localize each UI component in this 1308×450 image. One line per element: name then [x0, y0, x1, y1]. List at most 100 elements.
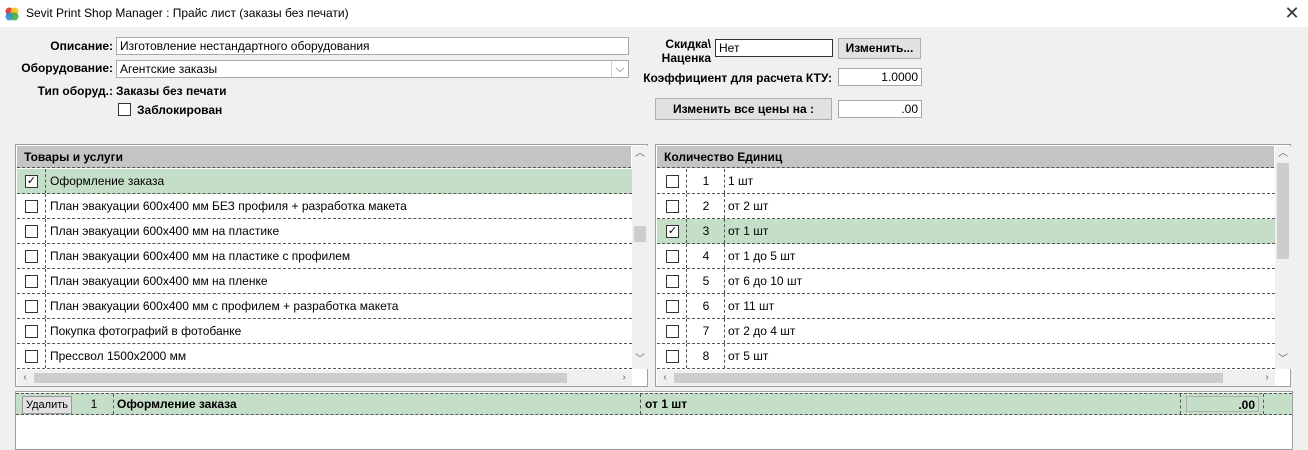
product-row[interactable]: Покупка фотографий в фотобанке [17, 319, 632, 344]
quantity-label: от 5 шт [728, 349, 769, 363]
product-checkbox[interactable] [25, 300, 38, 313]
discount-label-line2: Наценка [661, 51, 711, 65]
scroll-down-icon[interactable]: ﹀ [632, 352, 648, 368]
column-divider [1180, 394, 1181, 414]
quantity-number: 8 [702, 349, 710, 363]
quantity-checkbox[interactable] [666, 275, 679, 288]
window-title: Sevit Print Shop Manager : Прайс лист (з… [26, 6, 349, 20]
scroll-up-icon[interactable]: ︿ [632, 146, 648, 162]
quantity-row[interactable]: 4 от 1 до 5 шт [657, 244, 1275, 269]
selected-item-price[interactable]: .00 [1186, 396, 1259, 412]
delete-button[interactable]: Удалить [22, 396, 72, 414]
ktu-input[interactable]: 1.0000 [838, 68, 922, 86]
product-checkbox[interactable]: ✓ [25, 175, 38, 188]
description-input[interactable]: Изготовление нестандартного оборудования [116, 37, 629, 55]
quantity-checkbox[interactable]: ✓ [666, 225, 679, 238]
quantity-row[interactable]: 1 1 шт [657, 169, 1275, 194]
change-all-prices-button[interactable]: Изменить все цены на : [655, 98, 832, 120]
quantity-row[interactable]: 2 от 2 шт [657, 194, 1275, 219]
product-checkbox[interactable] [25, 200, 38, 213]
locked-checkbox[interactable] [118, 103, 131, 116]
quantity-label: от 1 шт [728, 224, 769, 238]
products-vertical-scrollbar[interactable]: ︿ ﹀ [632, 146, 648, 369]
scroll-right-icon[interactable]: › [1259, 370, 1275, 386]
scroll-down-icon[interactable]: ﹀ [1275, 352, 1291, 368]
quantity-checkbox[interactable] [666, 250, 679, 263]
quantities-header: Количество Единиц [657, 146, 1274, 168]
quantity-checkbox[interactable] [666, 175, 679, 188]
hscroll-thumb[interactable] [674, 373, 1223, 383]
quantity-checkbox[interactable] [666, 200, 679, 213]
change-discount-button[interactable]: Изменить... [838, 38, 921, 59]
change-all-prices-input[interactable]: .00 [838, 100, 922, 118]
quantity-number: 2 [702, 199, 710, 213]
column-divider [724, 344, 725, 368]
locked-label: Заблокирован [137, 103, 223, 117]
product-row[interactable]: Прессвол 1500х2000 мм [17, 344, 632, 369]
product-checkbox[interactable] [25, 225, 38, 238]
hscroll-thumb[interactable] [34, 373, 567, 383]
product-row[interactable]: ✓ Оформление заказа [17, 169, 632, 194]
equipment-type-label: Тип оборуд.: [37, 84, 113, 98]
product-row[interactable]: План эвакуации 600х400 мм с профилем + р… [17, 294, 632, 319]
product-label: План эвакуации 600х400 мм с профилем + р… [50, 299, 399, 313]
products-horizontal-scrollbar[interactable]: ‹ › [17, 370, 632, 386]
product-checkbox[interactable] [25, 250, 38, 263]
discount-label: Скидка\ Наценка [655, 37, 711, 65]
selected-item-number: 1 [90, 397, 98, 411]
equipment-label: Оборудование: [21, 61, 113, 75]
quantity-row[interactable]: 5 от 6 до 10 шт [657, 269, 1275, 294]
discount-field[interactable]: Нет [715, 39, 833, 57]
equipment-type-value: Заказы без печати [116, 84, 227, 98]
product-label: Прессвол 1500х2000 мм [50, 349, 187, 363]
quantity-checkbox[interactable] [666, 325, 679, 338]
column-divider [45, 244, 46, 268]
quantity-label: от 6 до 10 шт [728, 274, 803, 288]
scroll-up-icon[interactable]: ︿ [1275, 146, 1291, 162]
product-row[interactable]: План эвакуации 600х400 мм БЕЗ профиля + … [17, 194, 632, 219]
scroll-right-icon[interactable]: › [616, 370, 632, 386]
quantity-checkbox[interactable] [666, 350, 679, 363]
product-checkbox[interactable] [25, 350, 38, 363]
quantities-horizontal-scrollbar[interactable]: ‹ › [657, 370, 1275, 386]
column-divider [724, 269, 725, 293]
product-row[interactable]: План эвакуации 600х400 мм на пластике с … [17, 244, 632, 269]
quantities-panel: Количество Единиц 1 1 шт 2 от 2 шт ✓ 3 от 1 шт… [655, 144, 1291, 387]
quantities-vertical-scrollbar[interactable]: ︿ ﹀ [1275, 146, 1291, 369]
scroll-left-icon[interactable]: ‹ [17, 370, 33, 386]
column-divider [45, 294, 46, 318]
equipment-select[interactable]: Агентские заказы [116, 60, 629, 78]
column-divider [724, 194, 725, 218]
scroll-thumb[interactable] [1277, 163, 1289, 259]
quantity-row[interactable]: 7 от 2 до 4 шт [657, 319, 1275, 344]
scroll-left-icon[interactable]: ‹ [657, 370, 673, 386]
column-divider [724, 169, 725, 193]
column-divider [45, 194, 46, 218]
quantity-label: 1 шт [728, 174, 754, 188]
quantity-number: 7 [702, 324, 710, 338]
quantity-row[interactable]: 6 от 11 шт [657, 294, 1275, 319]
products-panel: Товары и услуги ✓ Оформление заказа План э… [15, 144, 648, 387]
quantity-number: 6 [702, 299, 710, 313]
close-icon[interactable]: ✕ [1276, 0, 1308, 27]
selected-item-product: Оформление заказа [117, 397, 237, 411]
column-divider [45, 219, 46, 243]
discount-label-line1: Скидка\ [665, 37, 711, 51]
quantity-label: от 2 шт [728, 199, 769, 213]
column-divider [45, 319, 46, 343]
quantity-number: 3 [702, 224, 710, 238]
scroll-thumb[interactable] [634, 226, 646, 242]
quantity-label: от 2 до 4 шт [728, 324, 796, 338]
product-checkbox[interactable] [25, 275, 38, 288]
quantity-label: от 1 до 5 шт [728, 249, 796, 263]
product-row[interactable]: План эвакуации 600х400 мм на пленке [17, 269, 632, 294]
quantity-row[interactable]: ✓ 3 от 1 шт [657, 219, 1275, 244]
quantity-checkbox[interactable] [666, 300, 679, 313]
column-divider [113, 394, 114, 414]
quantity-number: 1 [702, 174, 710, 188]
quantity-number: 5 [702, 274, 710, 288]
quantity-row[interactable]: 8 от 5 шт [657, 344, 1275, 369]
quantity-label: от 11 шт [728, 299, 775, 313]
product-row[interactable]: План эвакуации 600х400 мм на пластике [17, 219, 632, 244]
product-checkbox[interactable] [25, 325, 38, 338]
